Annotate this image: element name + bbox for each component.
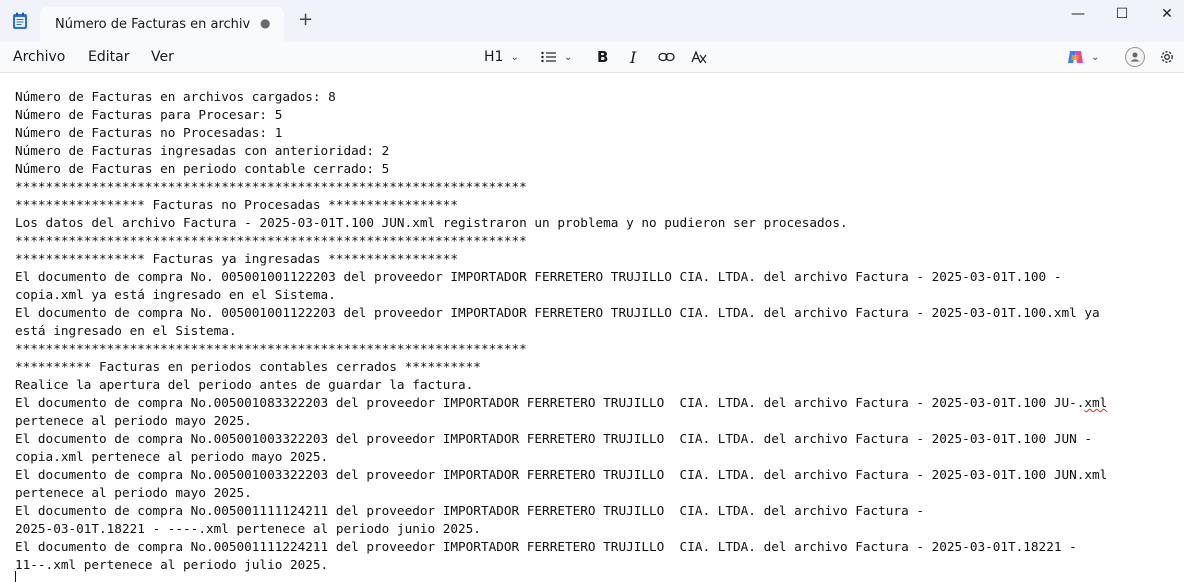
text-line: pertenece al periodo mayo 2025.: [15, 484, 1175, 502]
menu-view[interactable]: Ver: [151, 49, 174, 65]
text-line: El documento de compra No.00500111112421…: [15, 502, 1175, 520]
menu-bar: Archivo Editar Ver H1 ⌄ ⌄ B I ⌄: [0, 42, 1184, 73]
line-text: Número de Facturas para Procesar: 5: [15, 107, 283, 122]
text-line: ****************************************…: [15, 340, 1175, 358]
line-text: pertenece al periodo mayo 2025.: [15, 413, 252, 428]
notepad-icon: [13, 12, 27, 29]
text-line: ****************************************…: [15, 232, 1175, 250]
line-text: Número de Facturas en archivos cargados:…: [15, 89, 336, 104]
list-dropdown[interactable]: ⌄: [541, 47, 572, 67]
line-text: Realice la apertura del periodo antes de…: [15, 377, 474, 392]
unsaved-dot-icon[interactable]: ●: [260, 16, 270, 30]
line-text: ***************** Facturas ya ingresadas…: [15, 251, 459, 266]
link-icon: [658, 52, 675, 62]
line-text: ***************** Facturas no Procesadas…: [15, 197, 459, 212]
text-line: ********** Facturas en periodos contable…: [15, 358, 1175, 376]
close-button[interactable]: ✕: [1147, 4, 1184, 24]
text-editor[interactable]: Número de Facturas en archivos cargados:…: [15, 88, 1175, 574]
account-button[interactable]: [1125, 47, 1145, 67]
line-text: El documento de compra No. 0050010011222…: [15, 305, 1100, 320]
line-text: ********** Facturas en periodos contable…: [15, 359, 481, 374]
text-line: copia.xml ya está ingresado en el Sistem…: [15, 286, 1175, 304]
line-text: ****************************************…: [15, 179, 527, 194]
line-text: Los datos del archivo Factura - 2025-03-…: [15, 215, 848, 230]
chevron-down-icon: ⌄: [1091, 51, 1100, 63]
clear-formatting-button[interactable]: [691, 47, 707, 67]
line-text: Número de Facturas ingresadas con anteri…: [15, 143, 390, 158]
line-text: Número de Facturas no Procesadas: 1: [15, 125, 283, 140]
text-line: ***************** Facturas ya ingresadas…: [15, 250, 1175, 268]
text-line: Número de Facturas ingresadas con anteri…: [15, 142, 1175, 160]
line-text: pertenece al periodo mayo 2025.: [15, 485, 252, 500]
text-line: Realice la apertura del periodo antes de…: [15, 376, 1175, 394]
minimize-button[interactable]: —: [1058, 4, 1098, 24]
menu-file[interactable]: Archivo: [13, 49, 65, 65]
copilot-icon: [1068, 51, 1083, 63]
text-line: El documento de compra No.00500111122421…: [15, 538, 1175, 556]
title-bar: Número de Facturas en archivos ca ● + — …: [0, 0, 1184, 42]
text-line: El documento de compra No.00500100332220…: [15, 466, 1175, 484]
bold-button[interactable]: B: [597, 47, 608, 67]
line-text: El documento de compra No.00500111112421…: [15, 503, 924, 518]
line-text: ****************************************…: [15, 341, 527, 356]
gear-icon: [1161, 51, 1173, 63]
line-text: 11--.xml pertenece al periodo julio 2025…: [15, 557, 329, 572]
text-caret: [15, 571, 16, 582]
link-button[interactable]: [658, 47, 675, 67]
maximize-button[interactable]: ☐: [1102, 4, 1142, 24]
text-line: Número de Facturas no Procesadas: 1: [15, 124, 1175, 142]
line-text: copia.xml ya está ingresado en el Sistem…: [15, 287, 336, 302]
text-line: Número de Facturas en archivos cargados:…: [15, 88, 1175, 106]
line-text: El documento de compra No.00500100332220…: [15, 431, 1093, 446]
settings-button[interactable]: [1159, 47, 1175, 67]
text-line: El documento de compra No. 0050010011222…: [15, 268, 1175, 286]
text-line: Los datos del archivo Factura - 2025-03-…: [15, 214, 1175, 232]
italic-button[interactable]: I: [630, 47, 636, 67]
chevron-down-icon: ⌄: [510, 51, 519, 63]
line-text: copia.xml pertenece al periodo mayo 2025…: [15, 449, 329, 464]
text-line: El documento de compra No.00500108332220…: [15, 394, 1175, 412]
text-line: ****************************************…: [15, 178, 1175, 196]
text-line: El documento de compra No. 0050010011222…: [15, 304, 1175, 322]
clear-formatting-icon: [691, 50, 707, 64]
line-text: El documento de compra No.00500100332220…: [15, 467, 1108, 482]
line-text: está ingresado en el Sistema.: [15, 323, 237, 338]
person-icon: [1130, 52, 1140, 62]
bullet-list-icon: [541, 51, 556, 63]
line-text: El documento de compra No.00500111122421…: [15, 539, 1077, 554]
tab-title: Número de Facturas en archivos ca: [55, 17, 251, 32]
text-line: está ingresado en el Sistema.: [15, 322, 1175, 340]
menu-edit[interactable]: Editar: [88, 49, 129, 65]
spelling-error-word[interactable]: xml: [1084, 395, 1107, 410]
new-tab-button[interactable]: +: [298, 11, 313, 29]
line-text: 2025-03-01T.18221 - ----.xml pertenece a…: [15, 521, 481, 536]
line-text: El documento de compra No.00500108332220…: [15, 395, 1085, 410]
copilot-dropdown[interactable]: ⌄: [1067, 47, 1099, 67]
text-line: 2025-03-01T.18221 - ----.xml pertenece a…: [15, 520, 1175, 538]
document-tab[interactable]: Número de Facturas en archivos ca ●: [40, 7, 284, 42]
line-text: Número de Facturas en periodo contable c…: [15, 161, 390, 176]
text-line: copia.xml pertenece al periodo mayo 2025…: [15, 448, 1175, 466]
heading-dropdown[interactable]: H1 ⌄: [484, 47, 519, 67]
chevron-down-icon: ⌄: [564, 51, 573, 63]
text-line: El documento de compra No.00500100332220…: [15, 430, 1175, 448]
line-text: ****************************************…: [15, 233, 527, 248]
text-line: ***************** Facturas no Procesadas…: [15, 196, 1175, 214]
text-line: Número de Facturas en periodo contable c…: [15, 160, 1175, 178]
line-text: El documento de compra No. 0050010011222…: [15, 269, 1062, 284]
text-line: 11--.xml pertenece al periodo julio 2025…: [15, 556, 1175, 574]
text-line: Número de Facturas para Procesar: 5: [15, 106, 1175, 124]
heading-label: H1: [484, 49, 504, 65]
text-line: pertenece al periodo mayo 2025.: [15, 412, 1175, 430]
